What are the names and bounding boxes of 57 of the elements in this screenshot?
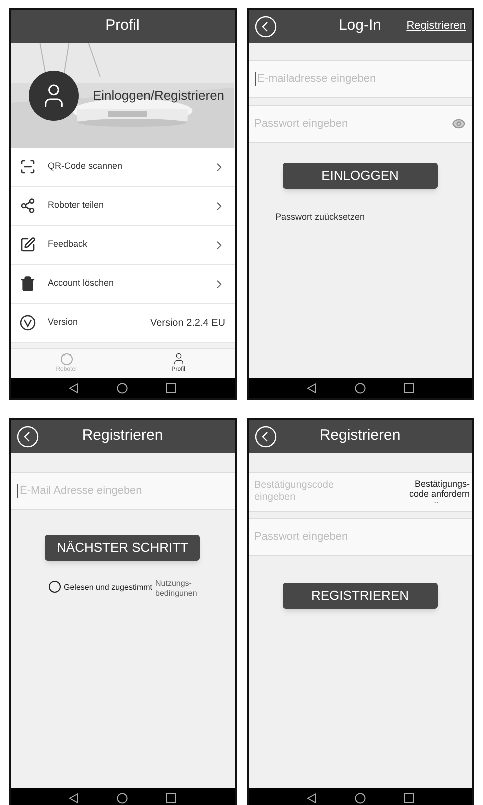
version-value: Version 2.2.4 EU (150, 316, 226, 330)
user-icon (172, 352, 186, 366)
edit-icon (20, 237, 36, 253)
primary-button[interactable]: REGISTRIEREN (282, 583, 438, 609)
login-register-link[interactable]: Einloggen/Registrieren (93, 86, 225, 106)
screen-title: Profil (104, 16, 141, 36)
input-field[interactable]: Passwort eingeben (248, 105, 472, 143)
text-input[interactable]: Passwort eingeben (254, 528, 466, 546)
menu-label: Feedback (48, 238, 88, 252)
screen-title: Log-In (338, 16, 383, 36)
home-circle-icon[interactable] (117, 382, 128, 394)
back-triangle-icon[interactable] (69, 382, 80, 394)
menu-item[interactable]: QR-Code scannen (11, 148, 234, 187)
back-icon[interactable] (17, 426, 39, 448)
request-code-button[interactable]: Bestätigungs-code anfordern (402, 478, 470, 500)
agreement-radio[interactable] (49, 581, 61, 593)
primary-button[interactable]: EINLOGGEN (282, 163, 438, 189)
home-circle-icon[interactable] (354, 382, 366, 394)
terms-link[interactable]: Nutzungs-bedingunen (156, 579, 200, 598)
primary-button[interactable]: NÄCHSTER SCHRITT (45, 535, 200, 561)
trash-icon (20, 276, 36, 292)
agreement-label: Gelesen und zugestimmt (64, 582, 152, 594)
back-triangle-icon[interactable] (306, 792, 317, 804)
check-circle-icon (20, 315, 36, 331)
input-field[interactable]: E-Mail Adresse eingeben (11, 472, 234, 510)
recents-square-icon[interactable] (166, 383, 176, 393)
register-link[interactable]: Registrieren (406, 18, 466, 35)
menu-item[interactable]: Version Version 2.2.4 EU (11, 304, 234, 343)
eye-icon[interactable] (452, 117, 466, 131)
recents-square-icon[interactable] (404, 793, 414, 803)
text-input[interactable]: Passwort eingeben (254, 116, 450, 132)
recents-square-icon[interactable] (166, 793, 176, 803)
menu-label: Roboter teilen (48, 199, 104, 212)
menu-item[interactable]: Account löschen (11, 265, 234, 304)
back-icon[interactable] (254, 426, 276, 448)
reset-password-link[interactable]: Passwort zuücksetzen (276, 211, 472, 224)
robot-icon (60, 352, 74, 366)
input-field[interactable]: E-mailadresse eingeben (248, 60, 472, 98)
menu-label: Account löschen (48, 277, 114, 290)
menu-label: Version (48, 316, 78, 330)
menu-item[interactable]: Roboter teilen (11, 187, 234, 226)
menu-item[interactable]: Feedback (11, 226, 234, 265)
home-circle-icon[interactable] (117, 792, 128, 804)
scan-icon (20, 159, 36, 175)
recents-square-icon[interactable] (404, 383, 414, 393)
input-field[interactable]: Passwort eingeben (248, 518, 472, 556)
text-input[interactable]: Bestätigungscode eingeben (254, 480, 364, 504)
screen-title: Registrieren (81, 426, 164, 446)
text-input[interactable]: E-Mail Adresse eingeben (20, 482, 228, 500)
home-circle-icon[interactable] (354, 792, 366, 804)
back-triangle-icon[interactable] (306, 382, 317, 394)
screen-title: Registrieren (318, 426, 402, 446)
text-input[interactable]: E-mailadresse eingeben (258, 70, 466, 88)
back-icon[interactable] (254, 16, 276, 38)
back-triangle-icon[interactable] (69, 792, 80, 804)
share-icon (20, 198, 36, 214)
menu-label: QR-Code scannen (48, 160, 123, 174)
